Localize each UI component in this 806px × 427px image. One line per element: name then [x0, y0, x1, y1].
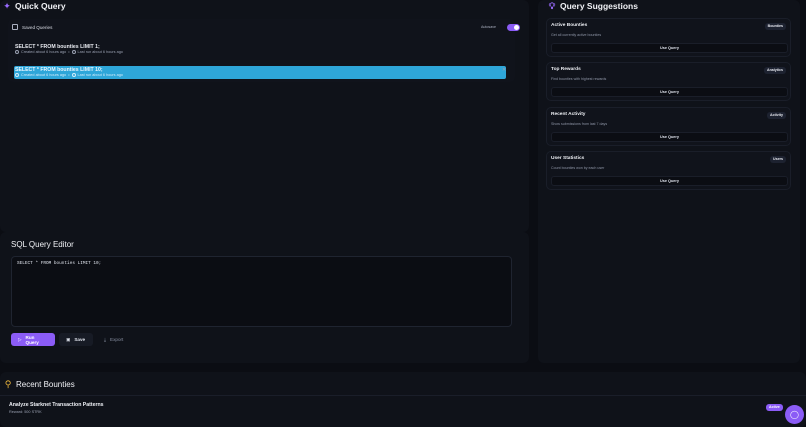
download-icon: ⤓	[104, 337, 107, 342]
save-icon: ▣	[66, 336, 71, 342]
delete-icon[interactable]: ✕	[502, 67, 506, 73]
query-suggestions-header: 💡︎ Query Suggestions	[548, 0, 638, 12]
suggestion-title: Recent Activity	[551, 112, 586, 117]
quick-query-panel: ✦ Quick Query Saved Queries Autosave SEL…	[0, 0, 529, 232]
suggestion-description: Get all currently active bounties	[551, 33, 602, 37]
saved-queries-header: Saved Queries	[12, 24, 52, 30]
divider	[0, 395, 806, 396]
last-run-time: Last run about 6 hours ago	[77, 50, 123, 54]
status-badge: Active	[766, 404, 783, 411]
saved-query-item[interactable]: SELECT * FROM bounties LIMIT 1; Created …	[14, 43, 506, 56]
suggestion-category-badge: Bounties	[764, 23, 786, 30]
recent-bounties-panel: ⚲ Recent Bounties Analyze Starknet Trans…	[0, 372, 806, 427]
suggestion-card: Recent Activity Activity Show submission…	[546, 107, 791, 146]
use-query-button[interactable]: Use Query	[551, 43, 788, 53]
query-suggestions-title: Query Suggestions	[560, 1, 638, 11]
suggestion-title: Top Rewards	[551, 67, 581, 72]
editor-actions: ▷ Run Query ▣ Save ⤓ Export	[11, 333, 132, 346]
saved-queries-label: Saved Queries	[22, 24, 53, 30]
saved-query-item-selected[interactable]: SELECT * FROM bounties LIMIT 10; Created…	[14, 66, 506, 79]
use-query-button[interactable]: Use Query	[551, 87, 788, 97]
suggestion-category-badge: Analytics	[764, 67, 786, 74]
suggestion-card: Top Rewards Analytics Find bounties with…	[546, 62, 791, 101]
suggestion-category-badge: Users	[770, 156, 786, 163]
sql-editor-title: SQL Query Editor	[11, 240, 74, 249]
suggestion-description: Show submissions from last 7 days	[551, 122, 608, 126]
export-button[interactable]: ⤓ Export	[97, 333, 132, 346]
clock-icon	[15, 73, 19, 77]
award-icon: ⚲	[4, 379, 12, 389]
run-query-label: Run Query	[25, 334, 39, 345]
suggestion-description: Find bounties with highest rewards	[551, 77, 607, 81]
sql-query-input[interactable]	[11, 256, 512, 327]
use-query-button[interactable]: Use Query	[551, 132, 788, 142]
chat-button[interactable]: ◯	[785, 405, 804, 424]
saved-queries-box: Saved Queries Autosave SELECT * FROM bou…	[8, 19, 520, 82]
created-time: Created about 6 hours ago	[21, 50, 67, 54]
save-label: Save	[74, 337, 86, 342]
run-query-button[interactable]: ▷ Run Query	[11, 333, 55, 346]
query-suggestions-panel: 💡︎ Query Suggestions Active Bounties Bou…	[538, 0, 800, 363]
recent-bounties-title: Recent Bounties	[16, 380, 75, 389]
bounty-title: Analyze Starknet Transaction Patterns	[9, 402, 104, 408]
saved-query-meta: Created about 6 hours ago • Last run abo…	[15, 73, 123, 77]
suggestion-category-badge: Activity	[767, 112, 786, 119]
use-query-button[interactable]: Use Query	[551, 176, 788, 186]
suggestion-card: User Statistics Users Count bounties won…	[546, 151, 791, 190]
separator-dot: •	[68, 50, 70, 54]
clock-icon	[71, 73, 76, 77]
suggestion-title: Active Bounties	[551, 23, 588, 28]
last-run-time: Last run about 6 hours ago	[77, 73, 123, 77]
created-time: Created about 6 hours ago	[21, 73, 67, 77]
autosave-label: Autosave	[481, 25, 496, 29]
suggestion-description: Count bounties won by each user	[551, 166, 605, 170]
export-label: Export	[110, 337, 124, 342]
saved-query-meta: Created about 6 hours ago • Last run abo…	[15, 50, 123, 54]
separator-dot: •	[68, 73, 70, 77]
chat-icon: ◯	[790, 410, 799, 419]
sparkle-icon: ✦	[3, 0, 11, 11]
clock-icon	[15, 50, 19, 54]
play-icon: ▷	[18, 336, 22, 342]
clock-icon	[71, 50, 76, 54]
sql-editor-panel: SQL Query Editor ▷ Run Query ▣ Save ⤓ Ex…	[0, 232, 529, 363]
recent-bounties-header: ⚲ Recent Bounties	[4, 379, 75, 389]
lightbulb-icon: 💡︎	[548, 0, 556, 11]
autosave-toggle[interactable]	[507, 24, 520, 31]
bounty-reward: Reward: 500 STRK	[9, 410, 42, 414]
suggestion-card: Active Bounties Bounties Get all current…	[546, 18, 791, 57]
save-icon	[12, 24, 18, 30]
bounty-row[interactable]: Analyze Starknet Transaction Patterns Re…	[0, 400, 806, 422]
quick-query-title: Quick Query	[15, 1, 66, 11]
save-button[interactable]: ▣ Save	[59, 333, 93, 346]
quick-query-header: ✦ Quick Query	[3, 0, 66, 12]
suggestion-title: User Statistics	[551, 156, 585, 161]
